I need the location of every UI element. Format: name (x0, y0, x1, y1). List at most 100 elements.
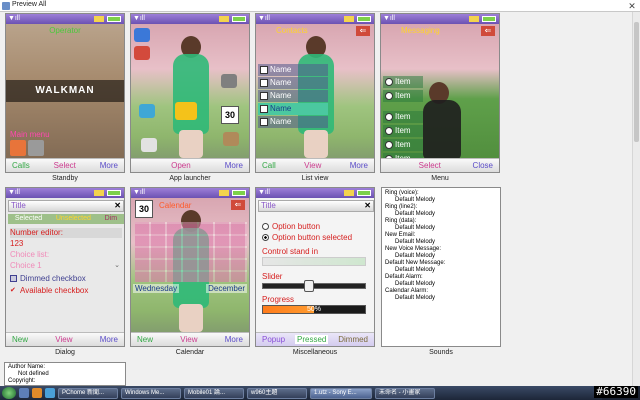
tab-unselected[interactable]: Unselected (56, 214, 91, 224)
list-item[interactable]: Name (258, 77, 328, 89)
status-bar: ▼ıll (6, 14, 124, 24)
number-editor-field[interactable]: 123 (10, 239, 23, 248)
softkey-middle[interactable]: Open (171, 161, 191, 170)
softkey-left[interactable]: Calls (12, 161, 30, 170)
slider-handle[interactable] (303, 280, 314, 292)
preview-menu[interactable]: ▼ıll Messaging ⇐ Item Item Item Item Ite… (380, 13, 500, 173)
tab-dim: Dim (104, 215, 118, 222)
progress-text: 50% (306, 306, 321, 313)
softkey-popup[interactable]: Popup (262, 335, 285, 344)
menu-item[interactable]: Item (383, 139, 423, 151)
taskbar-button[interactable]: PChome 新聞... (58, 387, 118, 399)
sound-label: Default New Message: (385, 260, 446, 266)
calendar-date-icon: 30 (135, 200, 153, 218)
signal-icon: ▼ıll (258, 189, 270, 196)
softkey-dimmed: Dimmed (338, 335, 368, 344)
gamepad-icon[interactable] (221, 74, 237, 88)
list-item[interactable]: Name (258, 90, 328, 102)
softkey-right[interactable]: More (225, 161, 243, 170)
softkey-pressed[interactable]: Pressed (295, 335, 329, 344)
taskbar-button[interactable]: Windows Me... (121, 387, 181, 399)
quicklaunch-icon[interactable] (32, 388, 42, 398)
softkey-bar: Calls Select More (6, 158, 124, 172)
preview-miscellaneous[interactable]: ▼ıll Title ✕ Option button Option button… (255, 187, 375, 347)
softkey-left[interactable]: New (12, 335, 28, 344)
softkey-right[interactable]: More (100, 161, 118, 170)
tools-icon[interactable] (223, 132, 239, 146)
home-icon[interactable] (28, 140, 44, 156)
softkey-right[interactable]: Close (473, 161, 493, 170)
calendar-grid[interactable] (135, 222, 247, 282)
slider[interactable] (262, 280, 366, 292)
app-tile-icon[interactable] (134, 28, 150, 42)
softkey-middle[interactable]: View (180, 335, 197, 344)
caption-sounds: Sounds (429, 349, 453, 356)
close-icon[interactable]: ✕ (364, 201, 371, 211)
taskbar-button[interactable]: 未命名 - 小畫家 (375, 387, 435, 399)
available-checkbox[interactable]: ✔ Available checkbox (10, 286, 88, 295)
caption-dialog: Dialog (55, 349, 75, 356)
back-arrow-icon[interactable]: ⇐ (231, 200, 245, 210)
menu-item[interactable]: Item (383, 111, 423, 123)
caption-miscellaneous: Miscellaneous (292, 349, 338, 356)
preview-calendar[interactable]: ▼ıll 30 Calendar ⇐ Wednesday December Ne… (130, 187, 250, 347)
softkey-middle[interactable]: View (304, 161, 321, 170)
list-item[interactable]: Name (258, 64, 328, 76)
signal-icon: ▼ıll (383, 15, 395, 22)
preview-list-view[interactable]: ▼ıll Contacts ⇐ Name Name Name Name Name… (255, 13, 375, 173)
signal-icon: ▼ıll (8, 15, 20, 22)
option-button-selected[interactable]: Option button selected (262, 233, 352, 242)
list-item[interactable]: Name (258, 116, 328, 128)
shortcut-icon[interactable] (10, 140, 26, 156)
menu-item[interactable]: Item (383, 76, 423, 88)
softkey-bar: New View More (6, 332, 124, 346)
softkey-left[interactable]: Call (262, 161, 276, 170)
notification-icon (344, 16, 354, 22)
preview-standby[interactable]: ▼ıll Operator WALKMAN Main menu Calls Se… (5, 13, 125, 173)
back-arrow-icon[interactable]: ⇐ (356, 26, 370, 36)
internet-icon[interactable] (139, 104, 155, 118)
preview-app-launcher[interactable]: ▼ıll 30 Open More (130, 13, 250, 173)
taskbar-button-active[interactable]: 1.utz - Sony E... (310, 387, 372, 399)
close-icon[interactable]: ✕ (626, 1, 638, 11)
status-bar: ▼ıll (256, 14, 374, 24)
list-item-selected[interactable]: Name (258, 103, 328, 115)
caption-calendar: Calendar (175, 349, 205, 356)
sound-value: Default Melody (395, 211, 436, 217)
softkey-middle[interactable]: Select (54, 161, 76, 170)
misc-title-bar: Title ✕ (258, 200, 374, 212)
vertical-scrollbar[interactable] (632, 12, 640, 386)
menu-item[interactable]: Item (383, 90, 423, 102)
file-icon[interactable] (141, 138, 157, 152)
softkey-right[interactable]: More (100, 335, 118, 344)
start-button[interactable] (2, 387, 16, 399)
softkey-left[interactable]: New (137, 335, 153, 344)
choice-list-field[interactable]: Choice 1 (10, 261, 42, 270)
battery-icon (232, 16, 246, 22)
misc-title: Title (261, 201, 276, 210)
sound-label: Calendar Alarm: (385, 288, 429, 294)
sound-label: Ring (data): (385, 218, 417, 224)
menu-item[interactable]: Item (383, 125, 423, 137)
scrollbar-thumb[interactable] (634, 22, 639, 142)
softkey-right[interactable]: More (225, 335, 243, 344)
battery-icon (232, 190, 246, 196)
chevron-down-icon[interactable]: ⌄ (114, 261, 120, 269)
softkey-middle[interactable]: View (55, 335, 72, 344)
taskbar-button[interactable]: w960主題 (247, 387, 307, 399)
sounds-list[interactable]: Ring (voice): Default Melody Ring (line2… (381, 187, 501, 347)
softkey-right[interactable]: More (350, 161, 368, 170)
back-arrow-icon[interactable]: ⇐ (481, 26, 495, 36)
tab-selected[interactable]: Selected (15, 214, 42, 224)
option-button[interactable]: Option button (262, 222, 320, 231)
taskbar-button[interactable]: Mobile01 論... (184, 387, 244, 399)
envelope-icon[interactable] (175, 102, 197, 120)
author-name-value: Not defined (18, 371, 49, 377)
app-tile-icon[interactable] (134, 46, 150, 60)
quicklaunch-icon[interactable] (19, 388, 29, 398)
close-icon[interactable]: ✕ (114, 201, 121, 211)
calendar-date-icon[interactable]: 30 (221, 106, 239, 124)
softkey-middle[interactable]: Select (419, 161, 441, 170)
preview-dialog[interactable]: ▼ıll Title ✕ Selected Unselected Dim Num… (5, 187, 125, 347)
quicklaunch-icon[interactable] (45, 388, 55, 398)
